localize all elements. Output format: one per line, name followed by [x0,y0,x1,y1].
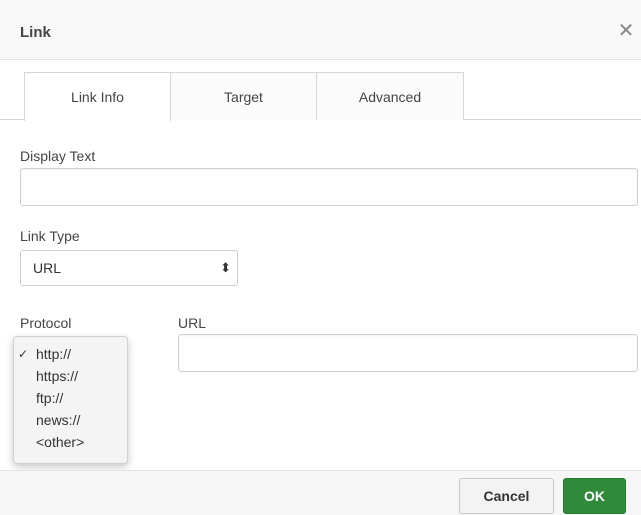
protocol-option-label: <other> [36,434,85,450]
tab-target[interactable]: Target [170,72,317,120]
link-type-label: Link Type [20,228,80,244]
dialog-title: Link [20,24,51,41]
protocol-option-news[interactable]: news:// [14,409,127,431]
link-type-select[interactable]: URL ⬍ [20,250,238,286]
tab-bar: Link Info Target Advanced [0,72,641,121]
protocol-option-label: http:// [36,346,72,362]
ok-button[interactable]: OK [563,478,626,514]
protocol-option-label: news:// [36,412,81,428]
protocol-option-http[interactable]: ✓ http:// [14,343,127,365]
display-text-input[interactable] [20,168,638,206]
protocol-option-ftp[interactable]: ftp:// [14,387,127,409]
tab-advanced[interactable]: Advanced [316,72,464,120]
cancel-button[interactable]: Cancel [459,478,554,514]
protocol-dropdown[interactable]: ✓ http:// https:// ftp:// news:// <other… [13,336,128,464]
protocol-option-https[interactable]: https:// [14,365,127,387]
display-text-label: Display Text [20,148,96,164]
link-dialog: Link ✕ Link Info Target Advanced Display… [0,0,641,515]
check-icon: ✓ [18,347,29,361]
select-arrows-icon: ⬍ [220,260,231,275]
close-icon[interactable]: ✕ [615,20,637,42]
url-label: URL [178,315,207,331]
protocol-label: Protocol [20,315,72,331]
link-type-value: URL [33,260,62,276]
protocol-option-label: ftp:// [36,390,64,406]
url-input[interactable] [178,334,638,372]
tab-link-info[interactable]: Link Info [24,72,171,121]
protocol-option-label: https:// [36,368,79,384]
dialog-titlebar: Link ✕ [0,0,641,60]
protocol-option-other[interactable]: <other> [14,431,127,453]
